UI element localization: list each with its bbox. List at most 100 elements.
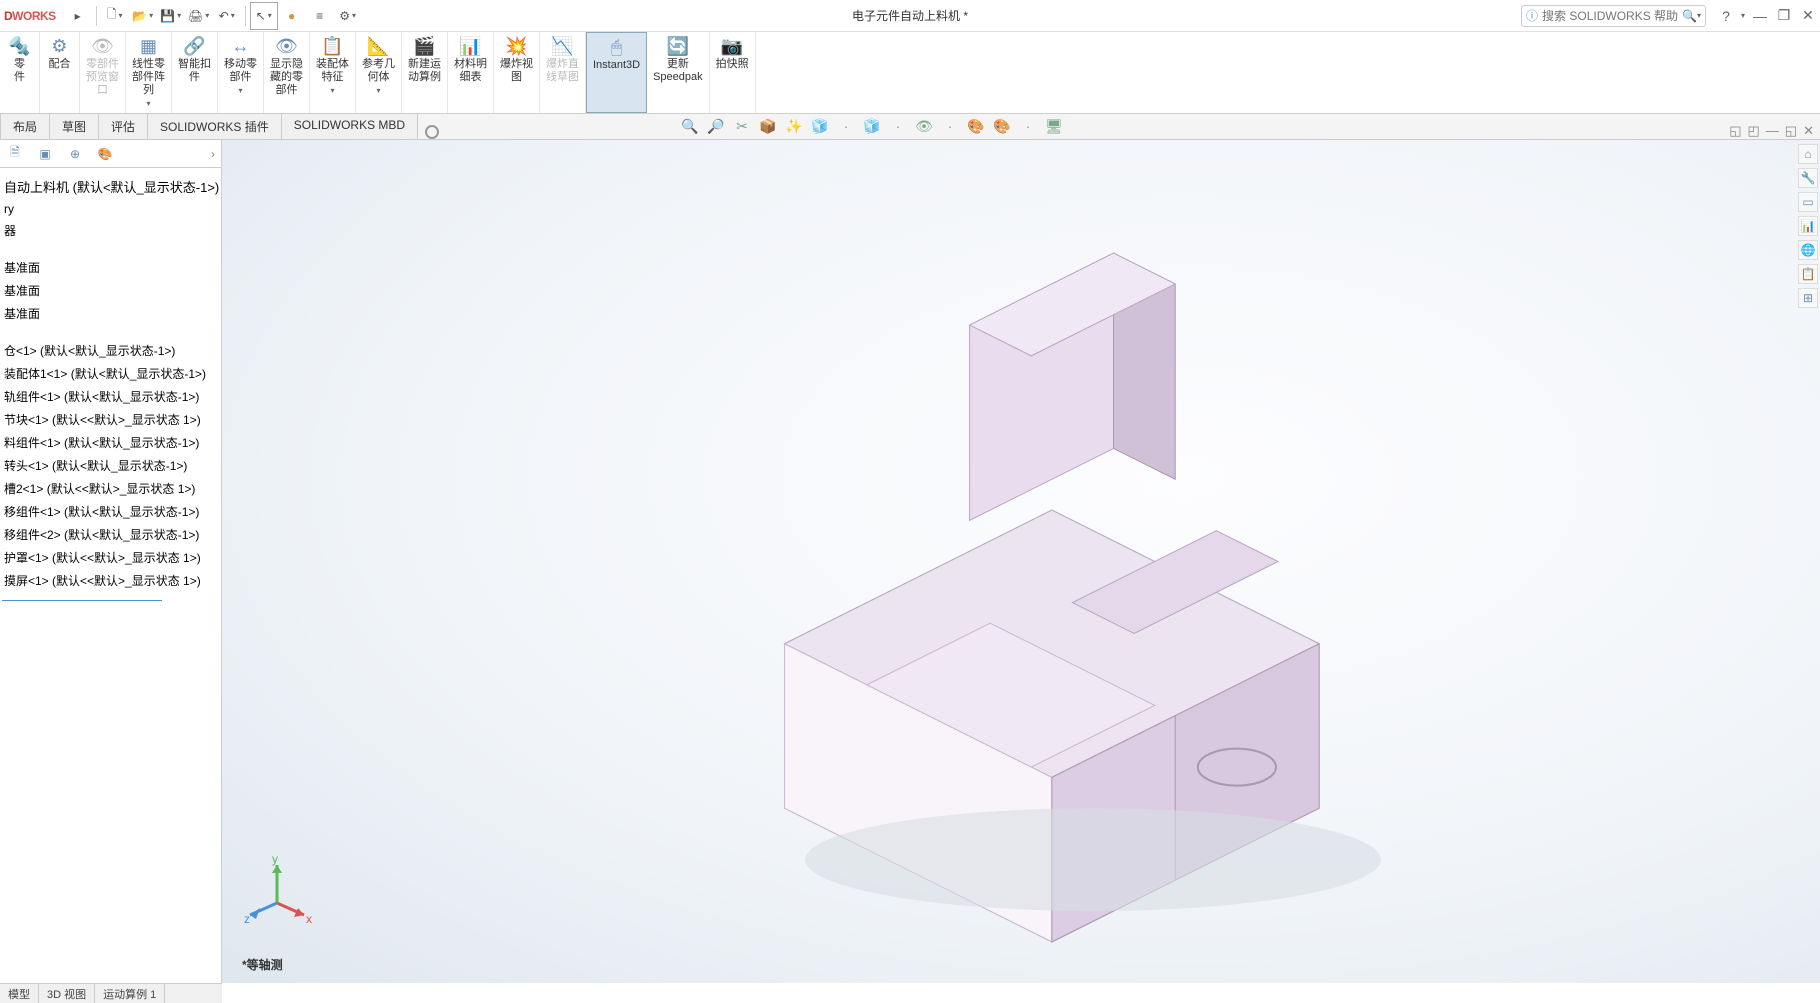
- search-icon[interactable]: 🔍: [1682, 9, 1697, 23]
- tree-item[interactable]: 护罩<1> (默认<<默认>_显示状态 1>): [2, 546, 219, 569]
- task-pane-button[interactable]: 📊: [1798, 216, 1818, 236]
- tree-end-line: [2, 600, 162, 601]
- graphics-area[interactable]: x y z *等轴测: [222, 140, 1820, 983]
- help-search[interactable]: ⓘ 🔍▾: [1521, 5, 1706, 27]
- tree-item[interactable]: 移组件<2> (默认<默认_显示状态-1>): [2, 523, 219, 546]
- ribbon-asmfeat-button[interactable]: 📋装配体 特征▾: [310, 32, 356, 113]
- view-tool-button[interactable]: ✂: [732, 116, 752, 136]
- view-tool-button[interactable]: 👁: [914, 116, 934, 136]
- tree-item[interactable]: 基准面: [2, 256, 219, 279]
- view-tool-button[interactable]: ·: [888, 116, 908, 136]
- tree-item[interactable]: 节块<1> (默认<<默认>_显示状态 1>): [2, 408, 219, 431]
- tree-item[interactable]: 料组件<1> (默认<默认_显示状态-1>): [2, 431, 219, 454]
- tree-item[interactable]: 仓<1> (默认<默认_显示状态-1>): [2, 339, 219, 362]
- ribbon-mate-button[interactable]: ⚙配合: [40, 32, 80, 113]
- model-tab[interactable]: 3D 视图: [39, 984, 95, 1003]
- command-tab[interactable]: SOLIDWORKS MBD: [281, 113, 418, 139]
- model-viewport[interactable]: [222, 140, 1820, 983]
- restore-button[interactable]: ❐: [1772, 7, 1796, 24]
- settings-button[interactable]: ⚙▾: [334, 2, 362, 30]
- tree-item[interactable]: 器: [2, 219, 219, 242]
- ribbon-label: 零部件 预览窗 口: [86, 58, 119, 97]
- task-pane-button[interactable]: 📋: [1798, 264, 1818, 284]
- print-button[interactable]: 🖨▾: [185, 2, 213, 30]
- ribbon-bom-button[interactable]: 📊材料明 细表: [448, 32, 494, 113]
- panel-collapse-button[interactable]: ›: [211, 147, 215, 161]
- ribbon-showhide-button[interactable]: 👁显示隐 藏的零 部件: [264, 32, 310, 113]
- tab-overflow-indicator[interactable]: [425, 125, 439, 139]
- manager-tab-0[interactable]: 🗎: [4, 143, 26, 165]
- tree-item[interactable]: 装配体1<1> (默认<默认_显示状态-1>): [2, 362, 219, 385]
- command-tab[interactable]: 评估: [98, 113, 148, 139]
- doc-window-button[interactable]: ✕: [1803, 123, 1814, 139]
- view-tool-button[interactable]: 🧊: [810, 116, 830, 136]
- task-pane-button[interactable]: 🌐: [1798, 240, 1818, 260]
- task-pane-button[interactable]: 🔧: [1798, 168, 1818, 188]
- search-input[interactable]: [1542, 9, 1682, 23]
- view-tool-button[interactable]: 🧊: [862, 116, 882, 136]
- orientation-triad[interactable]: x y z: [242, 853, 312, 923]
- ribbon-i3d-button[interactable]: 🖱Instant3D: [586, 32, 647, 113]
- view-tool-button[interactable]: ·: [940, 116, 960, 136]
- ribbon-part-button[interactable]: 🔩零 件: [0, 32, 40, 113]
- ribbon-refgeo-button[interactable]: 📐参考几 何体▾: [356, 32, 402, 113]
- doc-window-button[interactable]: ◰: [1748, 123, 1760, 139]
- ribbon-explode-button[interactable]: 💥爆炸视 图: [494, 32, 540, 113]
- ribbon-speedpak-button[interactable]: 🔄更新 Speedpak: [647, 32, 710, 113]
- save-button[interactable]: 💾▾: [157, 2, 185, 30]
- tree-root[interactable]: 自动上料机 (默认<默认_显示状态-1>): [2, 174, 219, 199]
- minimize-button[interactable]: —: [1748, 8, 1772, 24]
- view-tool-button[interactable]: 📦: [758, 116, 778, 136]
- doc-window-button[interactable]: ◱: [1785, 123, 1797, 139]
- feature-manager-panel: 🗎▣⊕🎨› 自动上料机 (默认<默认_显示状态-1>)ry器基准面基准面基准面仓…: [0, 140, 222, 983]
- ribbon-pattern-button[interactable]: ▦线性零 部件阵 列▾: [126, 32, 172, 113]
- view-tool-button[interactable]: 🔎: [706, 116, 726, 136]
- view-tool-button[interactable]: 🔍: [680, 116, 700, 136]
- command-tab[interactable]: SOLIDWORKS 插件: [147, 113, 282, 139]
- rebuild-icon: ●: [288, 9, 295, 23]
- open-button[interactable]: 📂▾: [129, 2, 157, 30]
- undo-button[interactable]: ↶▾: [213, 2, 241, 30]
- view-tool-button[interactable]: 🖥: [1044, 116, 1064, 136]
- view-tool-button[interactable]: ·: [1018, 116, 1038, 136]
- tree-item[interactable]: 轨组件<1> (默认<默认_显示状态-1>): [2, 385, 219, 408]
- doc-window-button[interactable]: ◱: [1729, 123, 1741, 139]
- ribbon-label: 显示隐 藏的零 部件: [270, 58, 303, 97]
- model-tab[interactable]: 运动算例 1: [95, 984, 165, 1003]
- ribbon-motion-button[interactable]: 🎬新建运 动算例: [402, 32, 448, 113]
- view-tool-button[interactable]: ✨: [784, 116, 804, 136]
- feature-tree[interactable]: 自动上料机 (默认<默认_显示状态-1>)ry器基准面基准面基准面仓<1> (默…: [0, 168, 221, 983]
- ribbon-snap-button[interactable]: 📷拍快照: [710, 32, 756, 113]
- command-tab[interactable]: 草图: [49, 113, 99, 139]
- new-button[interactable]: 🗋▾: [101, 2, 129, 30]
- ribbon-smart-button[interactable]: 🔗智能扣 件: [172, 32, 218, 113]
- view-tool-button[interactable]: 🎨: [966, 116, 986, 136]
- manager-tab-3[interactable]: 🎨: [94, 143, 116, 165]
- tree-item[interactable]: 槽2<1> (默认<<默认>_显示状态 1>): [2, 477, 219, 500]
- tree-item[interactable]: 摸屏<1> (默认<<默认>_显示状态 1>): [2, 569, 219, 592]
- tree-item[interactable]: 基准面: [2, 302, 219, 325]
- tree-item[interactable]: 转头<1> (默认<默认_显示状态-1>): [2, 454, 219, 477]
- view-tool-button[interactable]: 🎨: [992, 116, 1012, 136]
- task-pane-button[interactable]: ▭: [1798, 192, 1818, 212]
- close-button[interactable]: ✕: [1796, 7, 1820, 24]
- ribbon-label: Instant3D: [593, 59, 640, 72]
- expand-menu-button[interactable]: ▸: [64, 2, 92, 30]
- manager-tab-1[interactable]: ▣: [34, 143, 56, 165]
- expline-icon: 📉: [551, 36, 573, 56]
- task-pane-button[interactable]: ⌂: [1798, 144, 1818, 164]
- model-tab[interactable]: 模型: [0, 984, 39, 1003]
- doc-window-button[interactable]: —: [1766, 123, 1779, 139]
- select-button[interactable]: ↖▾: [250, 2, 278, 30]
- tree-item[interactable]: 基准面: [2, 279, 219, 302]
- ribbon-move-button[interactable]: ↔移动零 部件▾: [218, 32, 264, 113]
- rebuild-button[interactable]: ●: [278, 2, 306, 30]
- manager-tab-2[interactable]: ⊕: [64, 143, 86, 165]
- view-tool-button[interactable]: ·: [836, 116, 856, 136]
- task-pane-button[interactable]: ⊞: [1798, 288, 1818, 308]
- tree-item[interactable]: 移组件<1> (默认<默认_显示状态-1>): [2, 500, 219, 523]
- help-button[interactable]: ?: [1714, 8, 1738, 24]
- command-tab[interactable]: 布局: [0, 113, 50, 139]
- tree-item[interactable]: ry: [2, 199, 219, 219]
- options-button[interactable]: ≡: [306, 2, 334, 30]
